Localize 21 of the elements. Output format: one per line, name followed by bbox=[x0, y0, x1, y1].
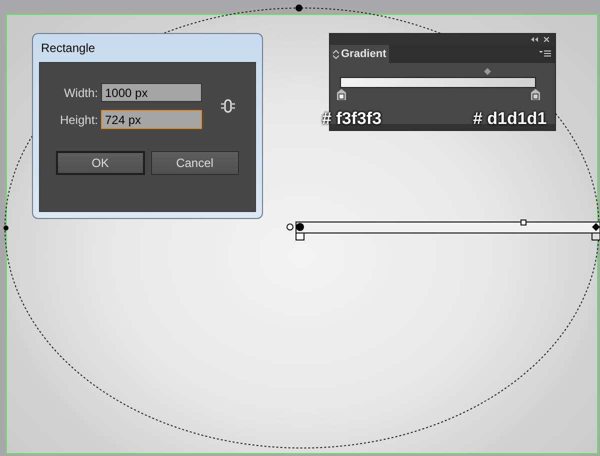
input-field[interactable]: 724 px bbox=[101, 110, 202, 129]
field-label: Height: bbox=[58, 112, 98, 128]
gradient-slider[interactable] bbox=[340, 77, 536, 88]
input-field[interactable]: 1000 px bbox=[101, 83, 202, 102]
field-label: Width: bbox=[62, 84, 98, 102]
dialog-title: Rectangle bbox=[40, 40, 96, 57]
close-icon[interactable] bbox=[544, 37, 549, 42]
collapse-icon[interactable] bbox=[531, 37, 538, 42]
gradient-annotator[interactable] bbox=[286, 220, 600, 240]
color-stop-icon[interactable] bbox=[531, 89, 540, 100]
midpoint-icon[interactable] bbox=[484, 68, 491, 75]
color-stop-icon[interactable] bbox=[337, 89, 346, 100]
anchor-point bbox=[4, 226, 8, 230]
color-label: # d1d1d1 bbox=[473, 108, 547, 130]
panel-tab[interactable]: Gradient bbox=[330, 45, 390, 63]
cancel-button[interactable]: Cancel bbox=[150, 151, 239, 175]
ok-button[interactable]: OK bbox=[56, 151, 144, 175]
menu-icon[interactable] bbox=[539, 50, 551, 58]
anchor-point bbox=[296, 4, 302, 12]
link-icon[interactable] bbox=[220, 98, 236, 114]
expand-icon bbox=[333, 50, 339, 58]
